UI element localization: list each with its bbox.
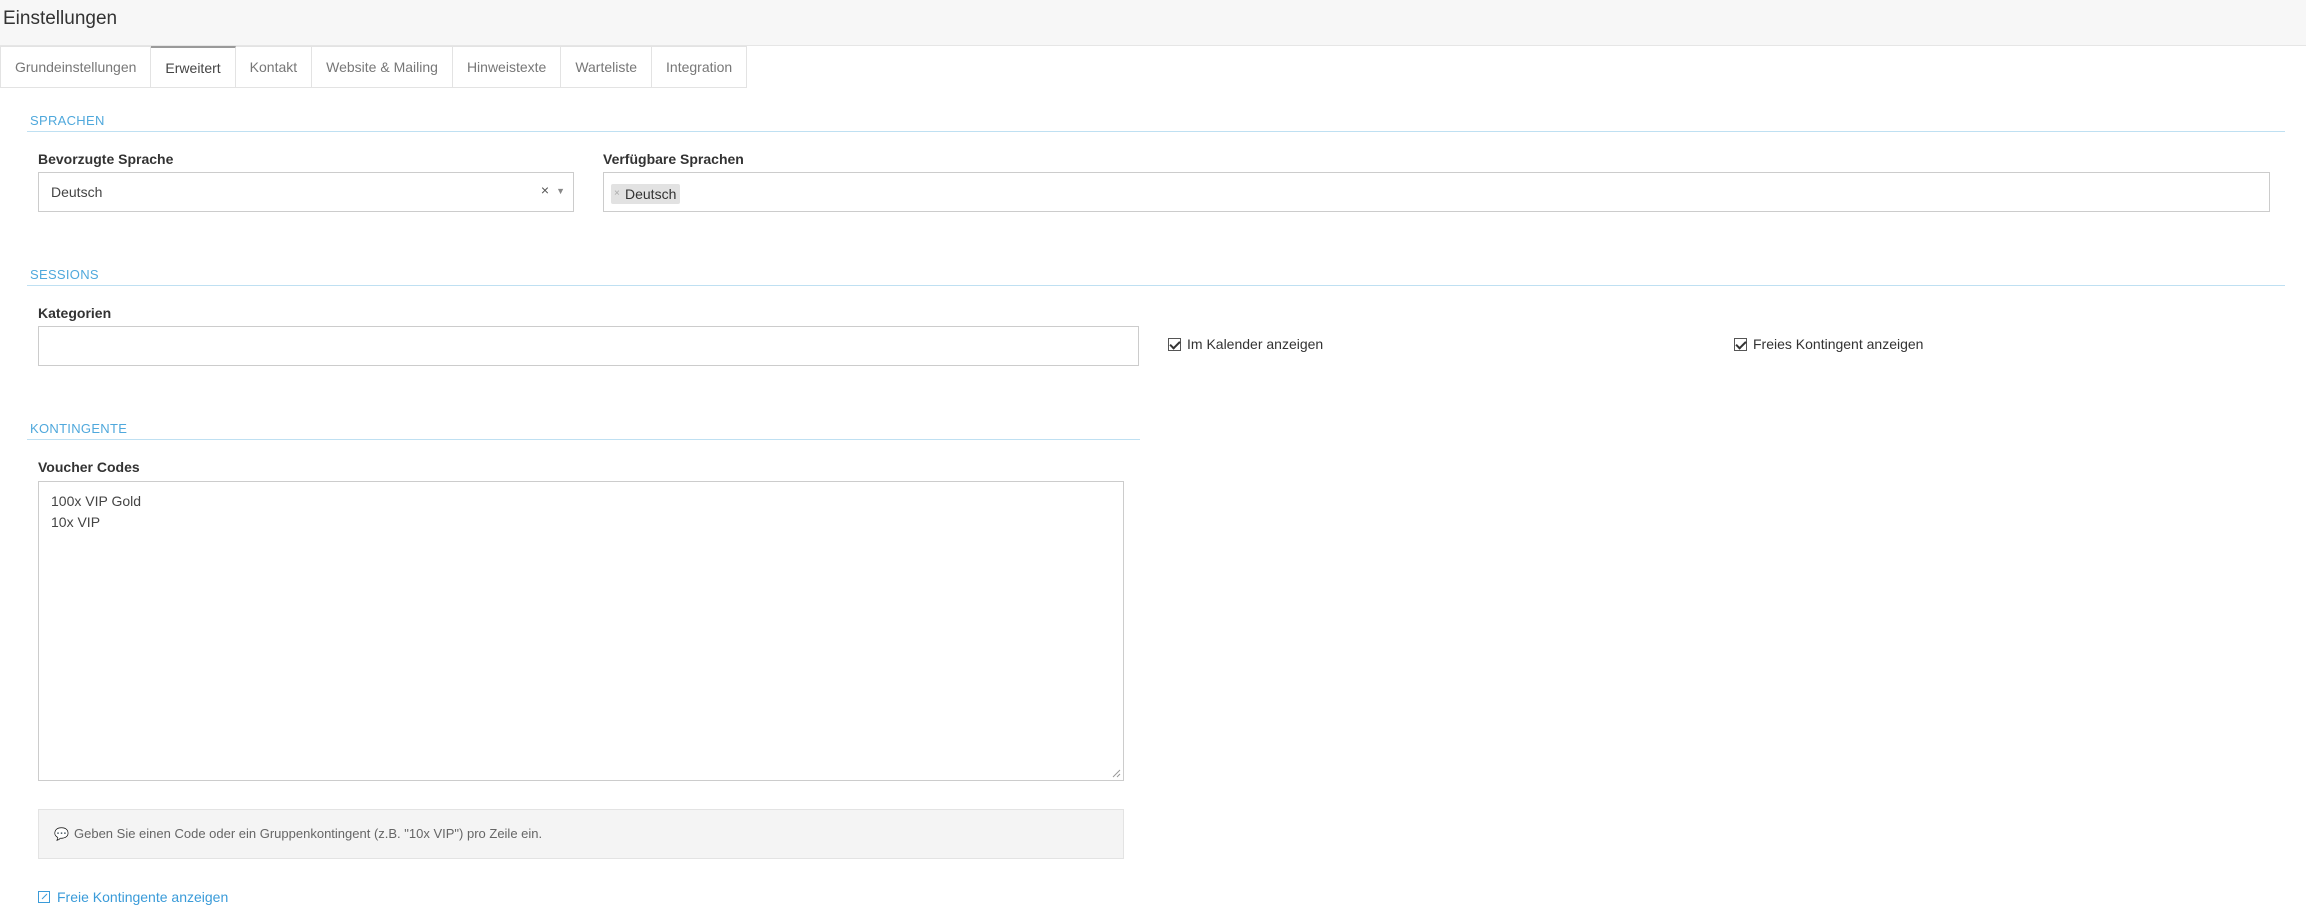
checkbox-checked-icon[interactable] — [1734, 337, 1747, 351]
hint-box: 💬 Geben Sie einen Code oder ein Gruppenk… — [38, 809, 1124, 859]
categories-label: Kategorien — [38, 305, 112, 321]
language-chip: × Deutsch — [611, 184, 681, 204]
preferred-language-label: Bevorzugte Sprache — [38, 151, 174, 167]
section-title-sprachen: SPRACHEN — [30, 113, 105, 128]
tab-hinweistexte[interactable]: Hinweistexte — [452, 46, 562, 88]
tab-kontakt[interactable]: Kontakt — [235, 46, 313, 88]
chevron-down-icon[interactable]: ▼ — [556, 186, 565, 196]
show-in-calendar-checkbox[interactable]: Im Kalender anzeigen — [1168, 336, 1323, 352]
section-title-kontingente: KONTINGENTE — [30, 421, 128, 436]
page-header: Einstellungen — [0, 0, 2306, 46]
comment-icon: 💬 — [54, 827, 69, 841]
language-chip-label: Deutsch — [625, 186, 677, 202]
voucher-codes-textarea[interactable]: 100x VIP Gold 10x VIP — [38, 481, 1124, 781]
tab-integration[interactable]: Integration — [652, 46, 748, 88]
voucher-codes-label: Voucher Codes — [38, 459, 140, 475]
show-free-quota-checkbox[interactable]: Freies Kontingent anzeigen — [1734, 336, 1923, 352]
available-languages-label: Verfügbare Sprachen — [603, 151, 744, 167]
tab-warteliste[interactable]: Warteliste — [561, 46, 653, 88]
checkbox-checked-icon[interactable] — [1168, 337, 1181, 351]
available-languages-select[interactable]: × Deutsch — [603, 172, 2270, 212]
show-free-quotas-label: Freie Kontingente anzeigen — [57, 889, 229, 905]
remove-chip-icon[interactable]: × — [614, 184, 620, 204]
preferred-language-select[interactable]: Deutsch × ▼ — [38, 172, 574, 212]
page-title: Einstellungen — [3, 8, 118, 29]
external-link-icon — [38, 891, 50, 903]
show-free-quotas-link[interactable]: Freie Kontingente anzeigen — [38, 889, 228, 905]
tab-bar: Grundeinstellungen Erweitert Kontakt Web… — [0, 46, 748, 88]
preferred-language-value: Deutsch — [51, 184, 103, 200]
tab-website-mailing[interactable]: Website & Mailing — [312, 46, 453, 88]
section-divider — [27, 285, 2285, 286]
categories-input[interactable] — [38, 326, 1139, 366]
show-free-quota-label: Freies Kontingent anzeigen — [1753, 336, 1924, 352]
tab-erweitert[interactable]: Erweitert — [151, 46, 236, 88]
section-divider — [27, 131, 2285, 132]
section-divider — [27, 439, 1140, 440]
resize-grip-icon[interactable] — [1111, 768, 1121, 778]
hint-text: Geben Sie einen Code oder ein Gruppenkon… — [74, 826, 543, 841]
show-in-calendar-label: Im Kalender anzeigen — [1187, 336, 1324, 352]
clear-icon[interactable]: × — [541, 182, 549, 198]
section-title-sessions: SESSIONS — [30, 267, 99, 282]
tab-grundeinstellungen[interactable]: Grundeinstellungen — [0, 46, 152, 88]
